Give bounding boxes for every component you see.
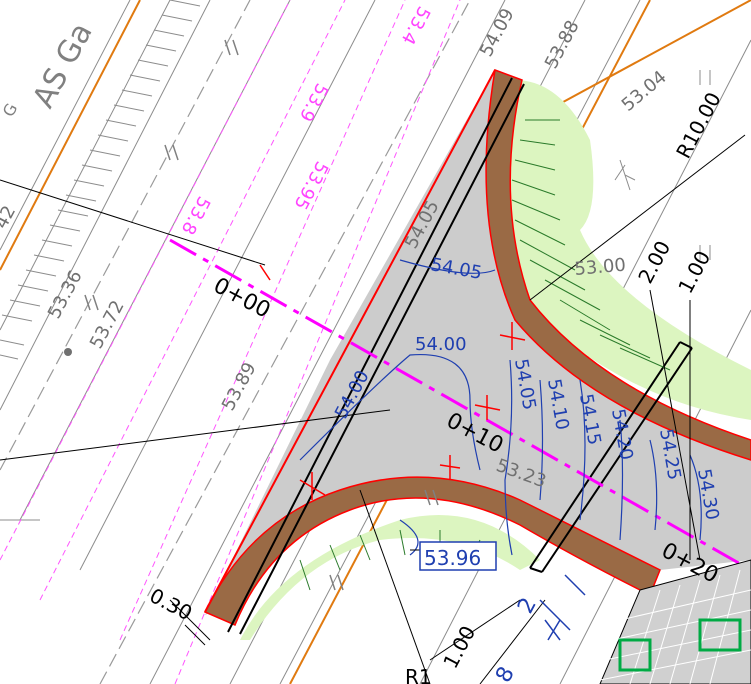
elevation-label: 54.09 [476, 5, 519, 60]
station-label: 0+00 [209, 273, 274, 323]
boxed-elevation-text: 53.96 [424, 546, 481, 570]
elevation-label: 53.88 [541, 17, 584, 72]
elevation-label: 53.04 [618, 67, 671, 116]
pink-label: 53.95 [289, 158, 332, 213]
pink-label: 53.9 [295, 80, 332, 125]
dimension-label: 2.00 [633, 237, 675, 288]
blue-dimension-label: 8 [491, 663, 520, 684]
pink-elevation-labels: 53.8 53.95 53.9 53.4 [177, 3, 434, 238]
blue-dimension-label: 2 [513, 594, 542, 618]
dimension-label: R10.00 [671, 88, 726, 162]
tick-hatch-left [0, 0, 201, 360]
boxed-elevation: 53.96 [419, 541, 497, 571]
dimension-label: 1.00 [673, 247, 715, 298]
misc-label: G [0, 100, 21, 120]
site-plan-drawing: 0+00 0+10 0+20 53.36 53.72 53.89 54.09 5… [0, 0, 751, 684]
elevation-label: 42 [0, 202, 20, 232]
elevation-label: 53.00 [574, 255, 627, 280]
pink-label: 53.4 [397, 3, 434, 48]
contour-label: 54.00 [415, 334, 467, 355]
plan-svg: 0+00 0+10 0+20 53.36 53.72 53.89 54.09 5… [0, 0, 751, 684]
elevation-label: 53.89 [218, 359, 261, 414]
blue-dimension-ticks [539, 574, 586, 641]
blue-dimension-labels: 2 8 [491, 594, 542, 684]
dimension-label: 1.00 [438, 622, 480, 673]
point-marker [64, 348, 72, 356]
dimension-label: R1 [405, 665, 432, 684]
pink-label: 53.8 [177, 193, 214, 238]
